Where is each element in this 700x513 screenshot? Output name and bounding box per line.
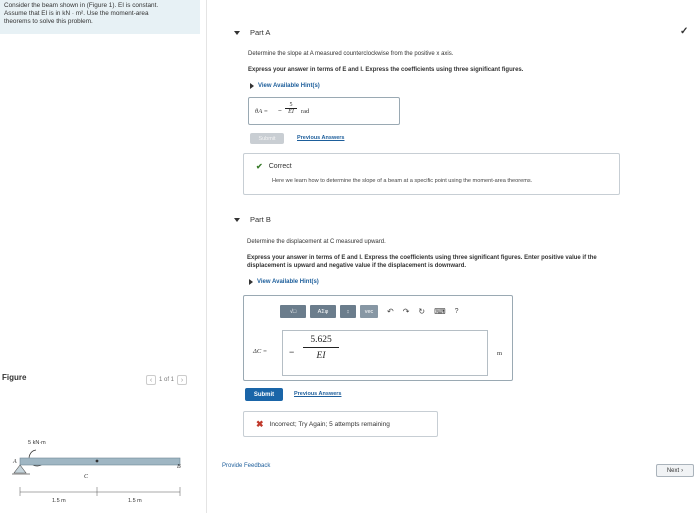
part-a-submit-button[interactable]: Submit [250,133,284,144]
part-b-question: Determine the displacement at C measured… [247,239,386,245]
part-b-feedback-incorrect: ✖ Incorrect; Try Again; 5 attempts remai… [243,411,438,437]
correct-body: Here we learn how to determine the slope… [272,178,533,184]
part-b-answer-denominator: EI [316,351,326,361]
part-a-answer-label: θA = [255,108,269,115]
part-b-answer-sign: − [289,347,295,357]
chevron-right-icon: › [681,467,684,474]
part-a-complete-check-icon: ✓ [680,26,689,37]
next-button[interactable]: Next › [656,464,694,477]
help-icon[interactable]: ? [455,308,459,315]
prev-figure-button[interactable]: ‹ [146,375,156,385]
part-a-answer-numerator: 5 [285,102,297,109]
part-b-submit-button[interactable]: Submit [245,388,283,401]
next-figure-button[interactable]: › [177,375,188,385]
dim-label-1: 1.5 m [52,498,66,504]
expand-triangle-icon [250,83,254,89]
part-a-question: Determine the slope at A measured counte… [248,51,454,57]
problem-line-2: Assume that EI is in kN · m². Use the mo… [4,10,149,17]
part-b-answer-input[interactable]: − 5.625 EI [282,330,488,376]
problem-statement: Consider the beam shown in (Figure 1). E… [0,0,200,34]
problem-line-3: theorems to solve this problem. [4,18,93,25]
part-a-answer-sign: − [278,108,282,115]
undo-icon[interactable]: ↶ [387,307,394,316]
provide-feedback-link[interactable]: Provide Feedback [222,463,270,469]
part-b-answer-label: ΔC = [253,348,268,355]
part-a-feedback-correct: ✔ Correct Here we learn how to determine… [243,153,620,195]
beam-figure: 5 kN·m A C B 1.5 m 1.5 m [12,440,181,504]
keyboard-icon[interactable]: ⌨ [434,307,446,316]
part-a-answer-fraction: 5 EI [285,102,297,115]
next-label: Next [666,467,680,474]
correct-title-text: Correct [268,163,292,170]
part-a-hints-label: View Available Hint(s) [258,83,320,89]
part-b-hints-label: View Available Hint(s) [257,279,319,285]
point-c-label: C [84,474,89,480]
part-b-hints-link[interactable]: View Available Hint(s) [249,279,319,285]
reset-icon[interactable]: ↻ [418,307,425,316]
part-b-instructions-2: displacement is upward and negative valu… [247,263,467,269]
part-a-header[interactable]: Part A [234,28,270,37]
beam [19,457,181,466]
part-b-answer-numerator: 5.625 [303,335,339,348]
part-b-title: Part B [250,215,271,224]
support-a [13,464,27,474]
vector-button[interactable]: vec [360,305,378,318]
greek-symbols-button[interactable]: ΑΣφ [310,305,336,318]
collapse-caret-icon [234,217,240,222]
part-a-answer-unit: rad [301,108,310,115]
part-b-previous-answers-link[interactable]: Previous Answers [294,391,341,397]
correct-check-icon: ✔ [256,162,263,171]
incorrect-x-icon: ✖ [256,418,264,429]
part-a-hints-link[interactable]: View Available Hint(s) [250,83,320,89]
part-b-answer-unit: m [497,350,503,357]
load-label: 5 kN·m [28,440,46,446]
dim-label-2: 1.5 m [128,498,142,504]
part-a-title: Part A [250,28,271,37]
math-toolbar: √□ ΑΣφ ↕ vec ↶ ↷ ↻ ⌨ ? [280,305,459,318]
figure-label: Figure [2,373,27,382]
pager-text: 1 of 1 [159,377,175,383]
point-b-label: B [177,464,181,470]
incorrect-text: Incorrect; Try Again; 5 attempts remaini… [269,420,390,428]
part-b-answer-fraction: 5.625 EI [303,335,339,361]
subscript-button[interactable]: ↕ [340,305,356,318]
redo-icon[interactable]: ↷ [403,307,410,316]
part-a-instructions: Express your answer in terms of E and I.… [248,67,524,73]
figure-pager: ‹ 1 of 1 › [146,375,188,385]
problem-line-1: Consider the beam shown in (Figure 1). E… [4,2,159,9]
template-button[interactable]: √□ [280,305,306,318]
collapse-caret-icon [234,30,240,35]
part-b-instructions-1: Express your answer in terms of E and I.… [247,255,597,261]
part-b-header[interactable]: Part B [234,215,271,224]
correct-title: ✔ Correct [256,162,292,171]
point-a-label: A [12,459,17,465]
part-a-answer-denominator: EI [288,109,294,115]
part-a-answer-box: θA = − 5 EI rad [248,97,400,125]
point-c-marker [95,459,99,463]
expand-triangle-icon [249,279,253,285]
problem-panel: Consider the beam shown in (Figure 1). E… [0,0,207,513]
part-a-previous-answers-link[interactable]: Previous Answers [297,135,344,141]
